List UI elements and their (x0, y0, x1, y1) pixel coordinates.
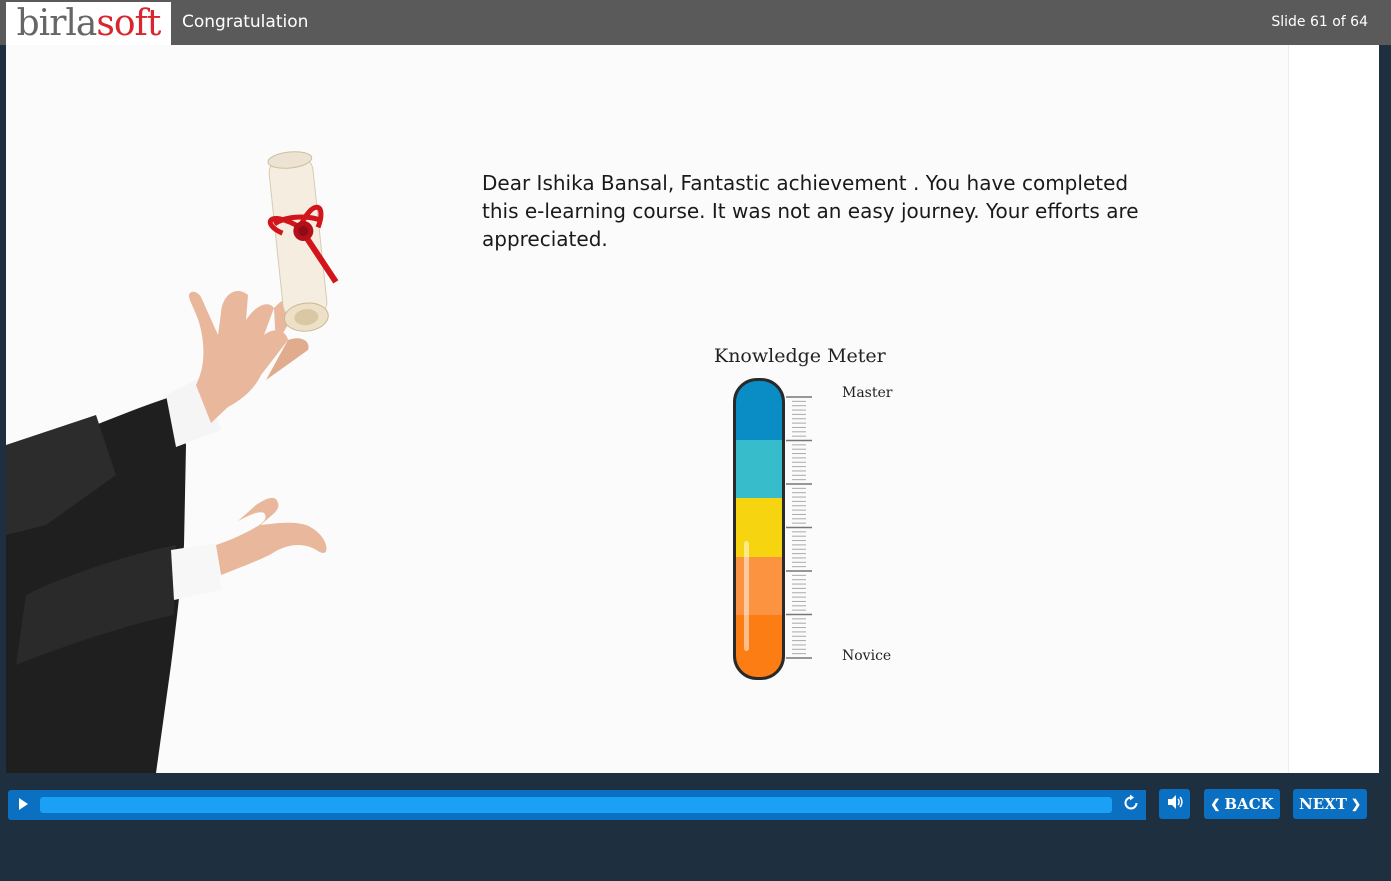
meter-scale-ticks (786, 396, 812, 659)
replay-button[interactable] (1120, 794, 1142, 816)
meter-label-master: Master (842, 385, 893, 401)
birlasoft-logo: birla soft (6, 2, 171, 45)
speaker-icon (1166, 794, 1184, 814)
congratulation-message: Dear Ishika Bansal, Fantastic achievemen… (482, 171, 1139, 251)
meter-segment-beginner (736, 557, 782, 615)
next-button[interactable]: NEXT ❯ (1293, 789, 1367, 819)
next-button-label: NEXT (1298, 795, 1347, 813)
knowledge-meter-title: Knowledge Meter (714, 345, 886, 367)
audio-button[interactable] (1159, 789, 1190, 819)
progress-bar[interactable] (38, 790, 1146, 820)
knowledge-thermometer (733, 378, 785, 680)
back-button-label: BACK (1224, 795, 1274, 813)
logo-text-birla: birla (16, 2, 98, 44)
slide-stage: Dear Ishika Bansal, Fantastic achievemen… (6, 45, 1379, 773)
meter-segment-master (736, 381, 782, 440)
play-button[interactable] (8, 790, 38, 820)
meter-segment-novice (736, 615, 782, 677)
chevron-right-icon: ❯ (1350, 797, 1361, 811)
replay-icon (1122, 794, 1140, 816)
play-icon (16, 796, 30, 815)
slide-counter: Slide 61 of 64 (1271, 14, 1368, 30)
slide-title: Congratulation (182, 12, 309, 32)
player-controls: ❮ BACK NEXT ❯ (0, 780, 1391, 881)
back-button[interactable]: ❮ BACK (1204, 789, 1280, 819)
logo-text-soft: soft (96, 2, 161, 44)
graduate-diploma-illustration (6, 151, 339, 773)
meter-label-novice: Novice (842, 648, 892, 664)
right-gutter (1379, 45, 1391, 780)
progress-fill (40, 797, 1112, 813)
thermometer-shine (744, 541, 749, 651)
meter-segment-intermediate (736, 498, 782, 557)
slide-right-strip (1288, 45, 1379, 773)
chevron-left-icon: ❮ (1210, 797, 1221, 811)
meter-segment-advanced (736, 440, 782, 498)
